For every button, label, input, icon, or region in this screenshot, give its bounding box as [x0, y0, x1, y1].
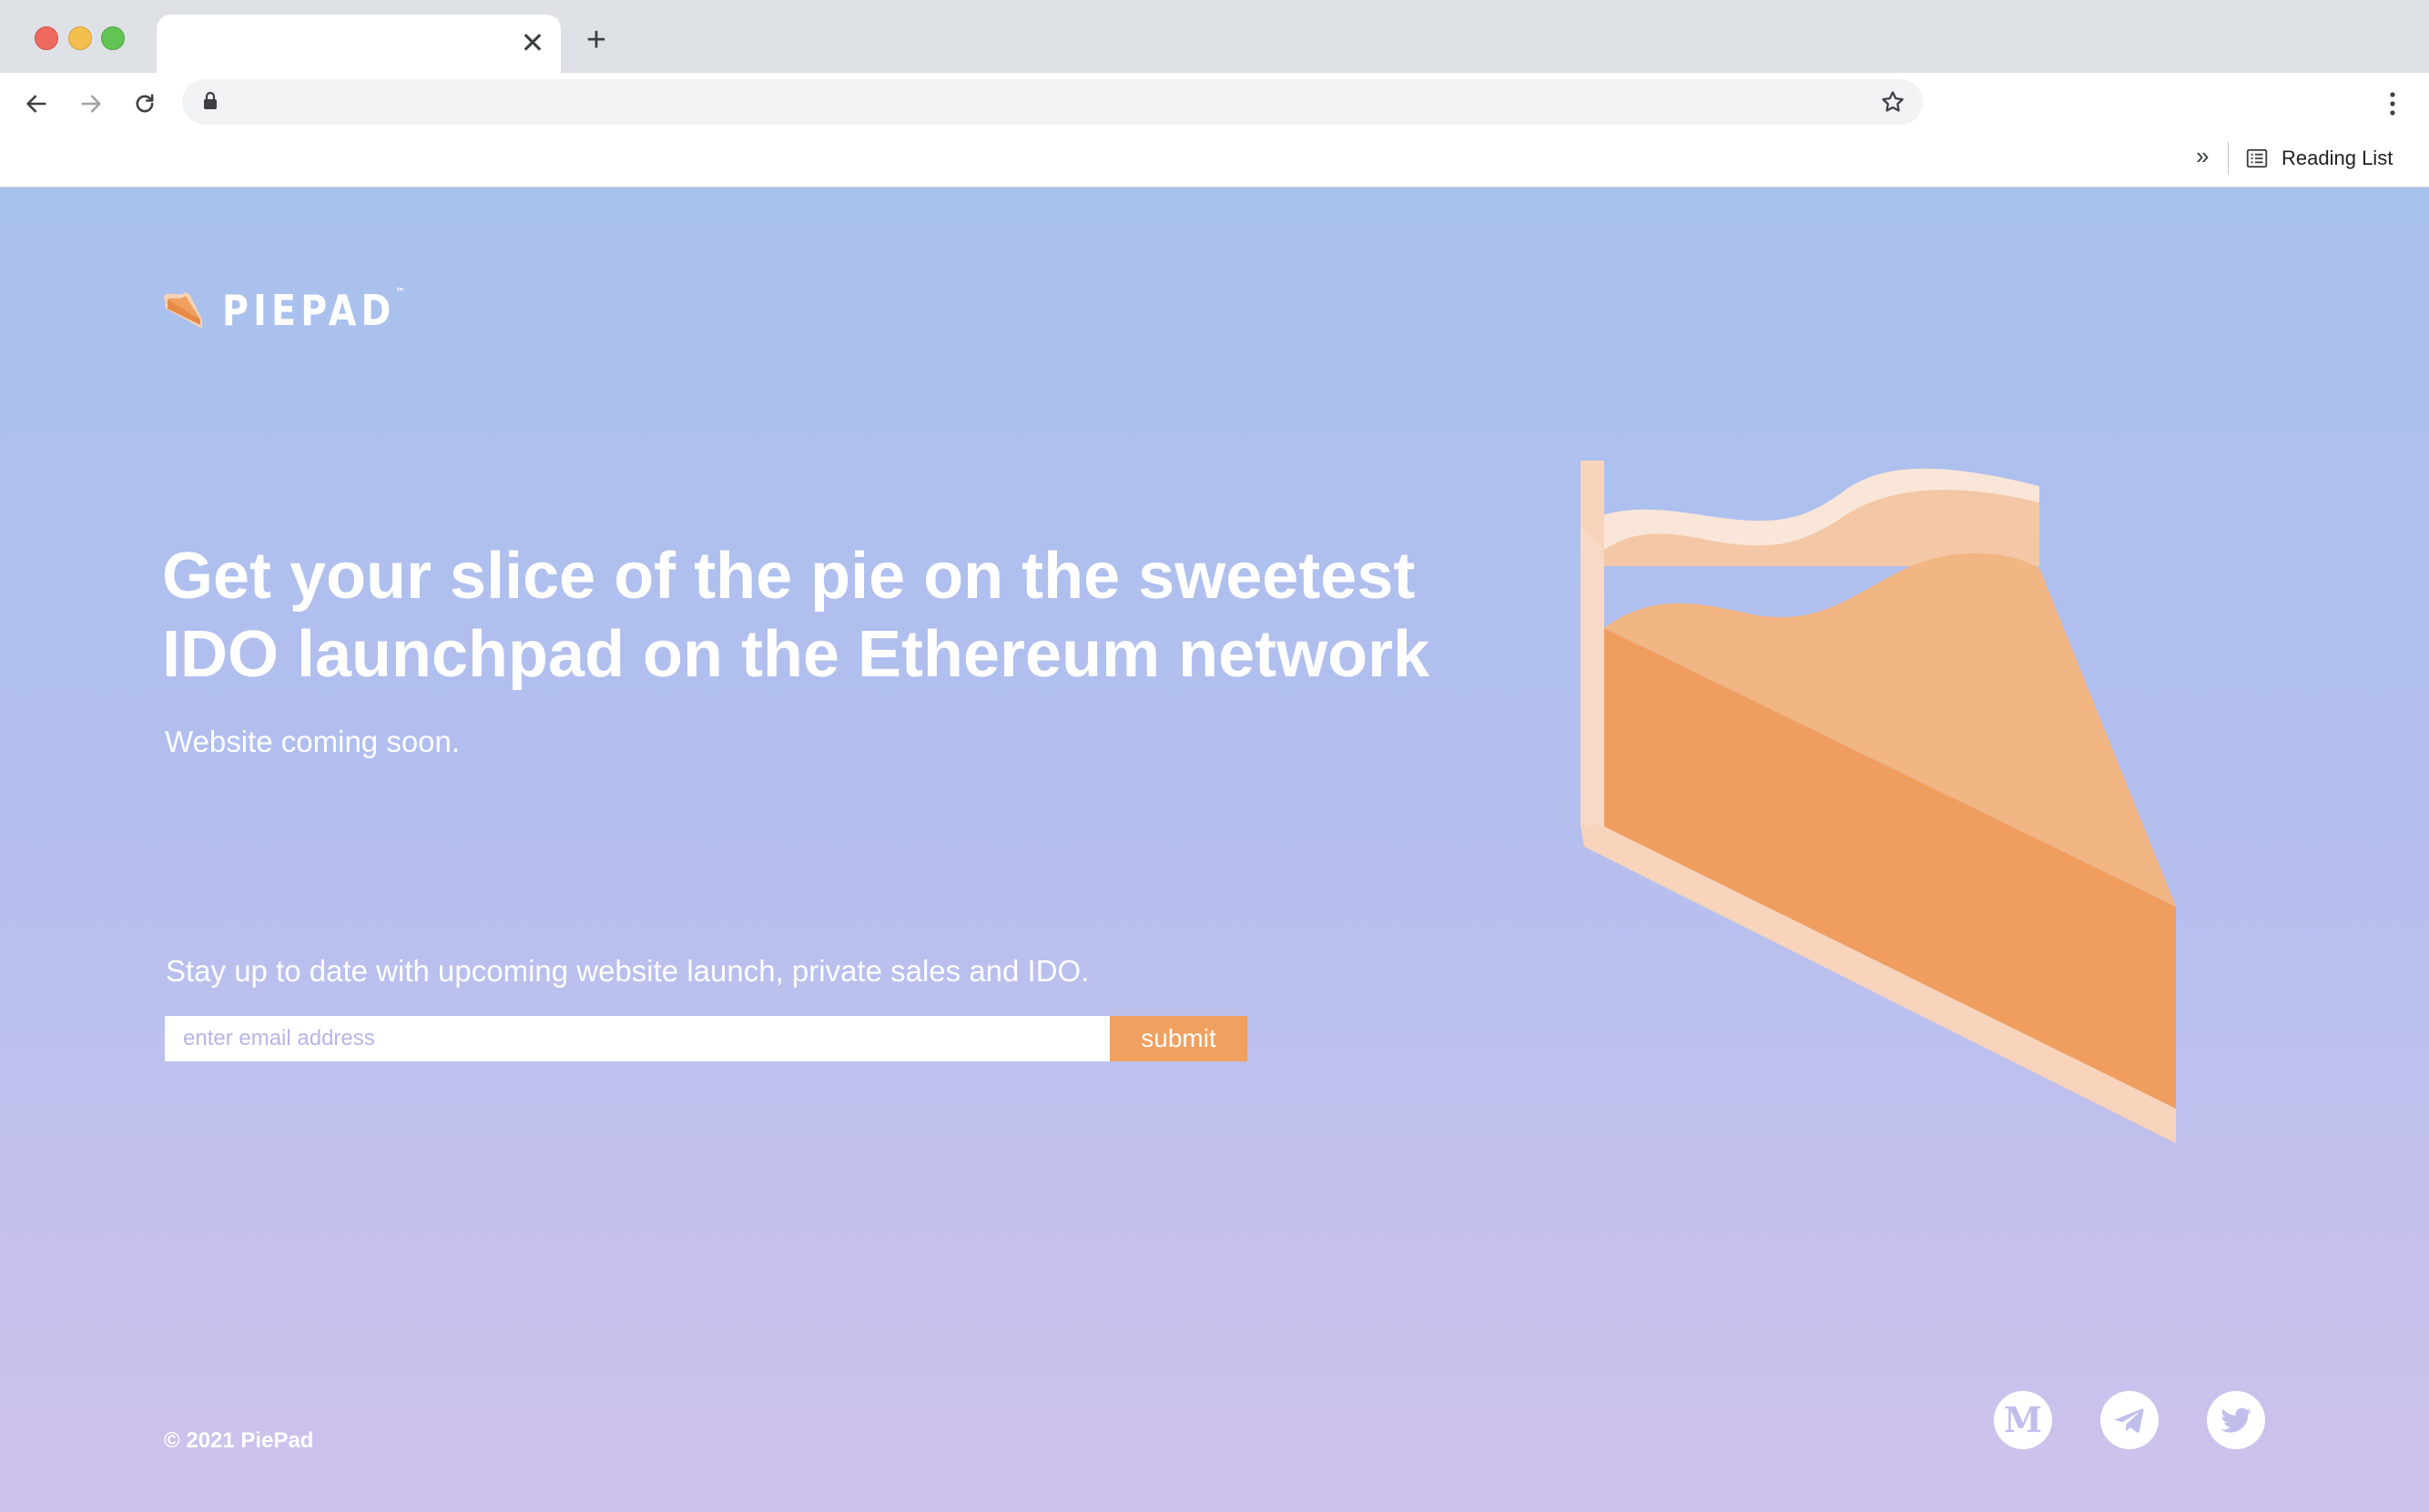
- new-tab-button[interactable]: +: [581, 23, 612, 57]
- bookmarks-bar: » Reading List: [0, 133, 2429, 188]
- logo-text: PIEPAD™: [222, 286, 405, 335]
- page-headline: Get your slice of the pie on the sweetes…: [162, 540, 1430, 691]
- pie-slice-illustration: [1580, 461, 2176, 1143]
- bookmarks-divider: [2228, 142, 2229, 175]
- email-input[interactable]: [165, 1016, 1110, 1061]
- browser-tab[interactable]: ✕: [157, 15, 561, 73]
- telegram-icon[interactable]: [2100, 1391, 2159, 1449]
- minimize-window-button[interactable]: [68, 26, 92, 50]
- zoom-window-button[interactable]: [101, 26, 125, 50]
- bookmarks-overflow-button[interactable]: »: [2196, 142, 2209, 170]
- tab-close-icon[interactable]: ✕: [517, 27, 548, 58]
- back-arrow-icon[interactable]: [18, 86, 55, 122]
- kebab-menu-icon[interactable]: [2374, 86, 2411, 122]
- reading-list-label: Reading List: [2282, 147, 2393, 169]
- piepad-logo[interactable]: PIEPAD™: [162, 286, 435, 335]
- close-window-button[interactable]: [35, 26, 58, 50]
- address-bar[interactable]: [182, 79, 1923, 125]
- newsletter-form: submit: [165, 1016, 1247, 1061]
- lock-icon: [202, 91, 219, 116]
- twitter-icon[interactable]: [2207, 1391, 2265, 1449]
- reading-list-button[interactable]: Reading List: [2245, 142, 2393, 175]
- coming-soon-text: Website coming soon.: [165, 725, 461, 758]
- newsletter-prompt: Stay up to date with upcoming website la…: [166, 954, 1090, 988]
- landing-page: PIEPAD™ Get your slice of the pie on the…: [0, 188, 2429, 1512]
- copyright-text: © 2021 PiePad: [164, 1428, 314, 1453]
- reading-list-icon: [2246, 148, 2268, 168]
- browser-titlebar: ✕ +: [0, 0, 2429, 73]
- submit-button[interactable]: submit: [1110, 1016, 1247, 1061]
- pie-logo-icon: [164, 292, 202, 329]
- browser-toolbar: [0, 73, 2429, 133]
- star-icon[interactable]: [1879, 88, 1906, 120]
- reload-icon[interactable]: [127, 86, 163, 122]
- forward-arrow-icon[interactable]: [73, 86, 109, 122]
- medium-icon[interactable]: M: [1994, 1391, 2052, 1449]
